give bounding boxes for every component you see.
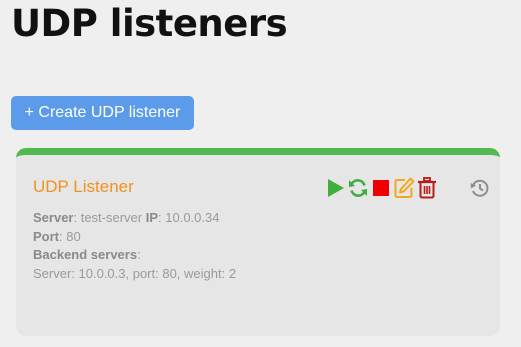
history-icon[interactable]: [470, 177, 490, 199]
ip-value: : 10.0.0.34: [158, 210, 220, 225]
edit-icon[interactable]: [394, 177, 415, 199]
port-value: : 80: [59, 228, 81, 244]
backends-colon: :: [137, 247, 141, 262]
backends-label: Backend servers: [33, 247, 138, 262]
listener-name: UDP Listener: [33, 177, 134, 196]
play-icon[interactable]: [326, 177, 346, 199]
backend-server-item: Server: 10.0.0.3, port: 80, weight: 2: [33, 265, 237, 281]
port-label: Port: [33, 228, 59, 244]
stop-icon[interactable]: [371, 177, 391, 199]
server-row: Server: test-server IP: 10.0.0.34: [33, 209, 236, 228]
backends-row: Backend servers:: [33, 246, 236, 265]
page-title: UDP listeners: [11, 2, 288, 45]
trash-icon[interactable]: [417, 177, 437, 199]
listener-details: Server: test-server IP: 10.0.0.34 Port: …: [33, 209, 236, 283]
listener-card: UDP Listener Server: test-server IP: 10.…: [16, 148, 500, 336]
create-udp-listener-button[interactable]: + Create UDP listener: [11, 96, 194, 130]
refresh-icon[interactable]: [348, 177, 368, 199]
server-value: : test-server: [73, 210, 146, 225]
server-label: Server: [33, 210, 74, 225]
port-row: Port: 80: [33, 228, 236, 247]
ip-label: IP: [145, 210, 159, 225]
